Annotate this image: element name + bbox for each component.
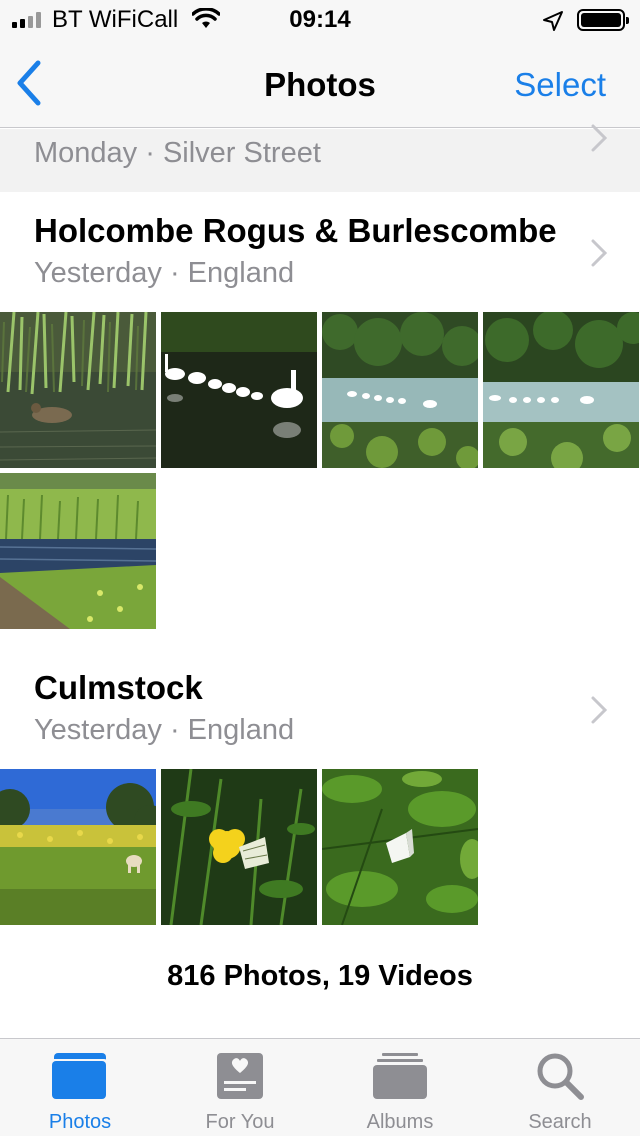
library-summary: 816 Photos, 19 Videos bbox=[167, 960, 473, 992]
photo-thumbnail[interactable] bbox=[483, 312, 639, 468]
tab-search[interactable]: Search bbox=[480, 1039, 640, 1136]
section-title: Culmstock bbox=[34, 669, 203, 706]
chevron-right-icon bbox=[591, 124, 608, 152]
tab-label: Albums bbox=[366, 1111, 434, 1133]
status-bar: BT WiFiCall 09:14 bbox=[0, 0, 640, 40]
photo-thumbnail[interactable] bbox=[0, 769, 156, 925]
select-button[interactable]: Select bbox=[514, 66, 606, 104]
photo-thumbnail[interactable] bbox=[161, 769, 317, 925]
tab-albums[interactable]: Albums bbox=[320, 1039, 480, 1136]
albums-icon bbox=[372, 1051, 428, 1106]
battery-icon bbox=[577, 9, 629, 31]
photo-thumbnail[interactable] bbox=[322, 312, 478, 468]
photo-thumbnail[interactable] bbox=[161, 312, 317, 468]
tab-label: Photos bbox=[48, 1111, 112, 1133]
photo-thumbnail[interactable] bbox=[0, 473, 156, 629]
location-arrow-icon bbox=[542, 10, 564, 39]
previous-section-header[interactable]: Monday · Silver Street bbox=[0, 124, 640, 192]
for-you-icon bbox=[215, 1051, 265, 1106]
tab-label: Search bbox=[528, 1111, 592, 1133]
tab-bar: Photos For You Albums Search bbox=[0, 1038, 640, 1136]
tab-photos[interactable]: Photos bbox=[0, 1039, 160, 1136]
section-subtitle: Yesterday · England bbox=[34, 257, 295, 289]
tab-for-you[interactable]: For You bbox=[160, 1039, 320, 1136]
chevron-right-icon bbox=[591, 239, 608, 267]
tab-label: For You bbox=[205, 1111, 275, 1133]
photo-thumbnail[interactable] bbox=[322, 769, 478, 925]
photo-thumbnail[interactable] bbox=[0, 312, 156, 468]
photos-icon bbox=[50, 1051, 110, 1106]
section-subtitle: Monday · Silver Street bbox=[34, 137, 321, 169]
section-title: Holcombe Rogus & Burlescombe bbox=[34, 212, 557, 249]
section-subtitle: Yesterday · England bbox=[34, 714, 295, 746]
chevron-right-icon bbox=[591, 696, 608, 724]
navigation-bar: Photos Select bbox=[0, 40, 640, 128]
search-icon bbox=[535, 1051, 585, 1106]
